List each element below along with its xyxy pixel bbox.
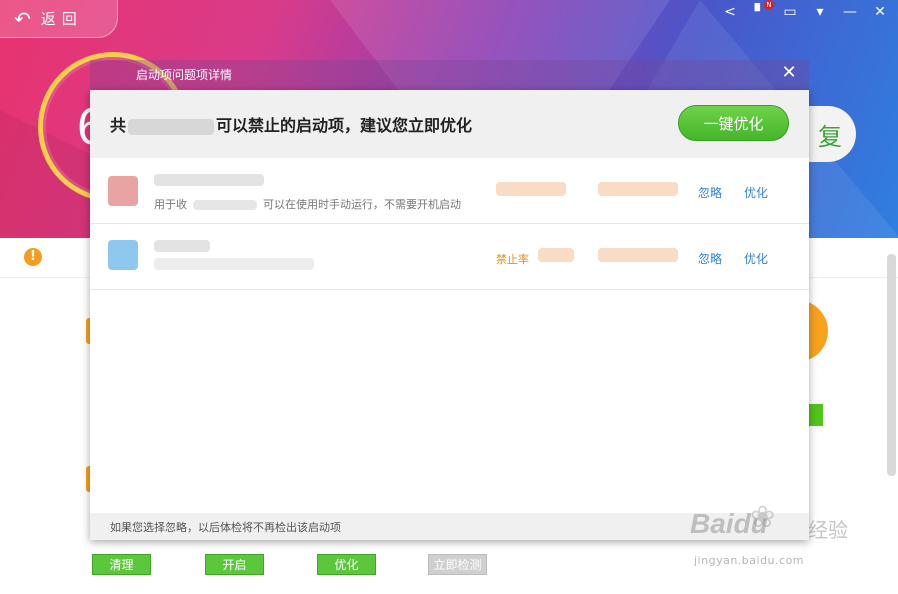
- back-arrow-icon: ↶: [14, 6, 31, 31]
- watermark-cn: 经验: [808, 518, 848, 542]
- baidu-watermark: Baidu ❀ 经验 jingyan.baidu.com: [690, 500, 870, 570]
- skin-icon[interactable]: ▘ N: [752, 0, 774, 20]
- dialog-title: 启动项问题项详情: [136, 68, 233, 82]
- minimize-icon[interactable]: —: [842, 4, 858, 20]
- disable-rate-label: 禁止率: [496, 253, 529, 266]
- paw-icon: ❀: [750, 500, 776, 535]
- blurred-count: [128, 118, 215, 135]
- dialog-header: 共 可以禁止的启动项，建议您立即优化 一键优化: [90, 90, 809, 158]
- ignore-link[interactable]: 忽略: [698, 184, 722, 201]
- app-icon: [108, 240, 138, 270]
- message-icon[interactable]: ▭: [782, 4, 798, 20]
- row-description: 用于收 可以在使用时手动运行，不需要开机启动: [154, 198, 461, 211]
- blurred-description: [154, 258, 314, 270]
- share-icon[interactable]: <: [722, 4, 738, 20]
- blurred-rate: [496, 182, 566, 196]
- scrollbar[interactable]: [887, 254, 896, 476]
- blurred-name: [154, 174, 264, 186]
- dialog-close-icon[interactable]: ✕: [780, 62, 798, 83]
- one-click-optimize-button[interactable]: 一键优化: [678, 105, 789, 141]
- optimize-link[interactable]: 优化: [744, 184, 768, 201]
- optimize-button[interactable]: 优化: [317, 554, 376, 575]
- detect-now-button: 立即检测: [428, 554, 487, 575]
- back-button[interactable]: ↶ 返回: [0, 0, 118, 38]
- optimize-link[interactable]: 优化: [744, 250, 768, 267]
- back-label: 返回: [40, 10, 83, 28]
- watermark-url: jingyan.baidu.com: [694, 554, 805, 567]
- ignore-link[interactable]: 忽略: [698, 250, 722, 267]
- heading-prefix: 共: [110, 116, 127, 135]
- blurred-rate-value: [598, 248, 678, 262]
- menu-icon[interactable]: ▾: [812, 4, 828, 20]
- window-controls: < ▘ N ▭ ▾ — ✕: [722, 0, 888, 20]
- bottom-action-buttons: 清理 开启 优化 立即检测: [92, 554, 512, 576]
- repair-label: 复: [818, 122, 842, 151]
- enable-button[interactable]: 开启: [205, 554, 264, 575]
- blurred-rate-value: [598, 182, 678, 196]
- startup-row: 用于收 可以在使用时手动运行，不需要开机启动 忽略 优化: [90, 158, 809, 224]
- startup-items-dialog: 共 可以禁止的启动项，建议您立即优化 一键优化 用于收 可以在使用时手动运行，不需要…: [90, 90, 809, 540]
- startup-row: 禁止率 忽略 优化: [90, 224, 809, 290]
- close-icon[interactable]: ✕: [872, 4, 888, 20]
- clean-button[interactable]: 清理: [92, 554, 151, 575]
- dialog-heading: 共 可以禁止的启动项，建议您立即优化: [110, 112, 472, 136]
- app-icon: [108, 176, 138, 206]
- footer-note: 如果您选择忽略，以后体检将不再检出该启动项: [110, 521, 341, 534]
- blurred-name: [154, 240, 210, 252]
- heading-suffix: 可以禁止的启动项，建议您立即优化: [216, 116, 473, 135]
- warning-icon: !: [24, 248, 42, 266]
- action-button-edge[interactable]: [808, 404, 823, 426]
- blurred-rate: [538, 248, 574, 262]
